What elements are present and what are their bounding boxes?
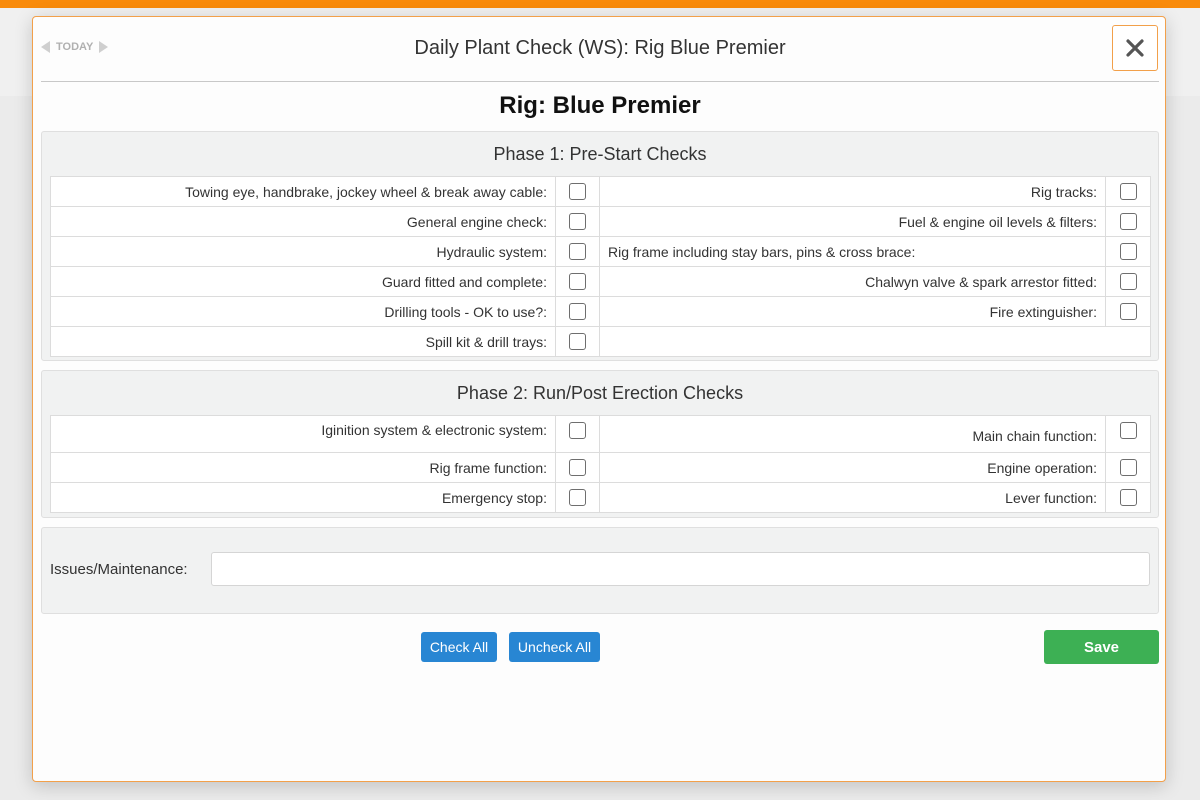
checkbox-spill-kit[interactable] <box>569 333 586 351</box>
table-row: Rig frame function: Engine operation: <box>50 452 1151 483</box>
check-label: Guard fitted and complete: <box>50 266 556 297</box>
check-label: Main chain function: <box>599 415 1106 453</box>
checkbox-towing-eye[interactable] <box>569 183 586 201</box>
checkbox-hydraulic[interactable] <box>569 243 586 261</box>
check-label: Lever function: <box>599 482 1106 513</box>
checkbox-rig-frame[interactable] <box>1119 243 1137 261</box>
empty-cell <box>599 326 1151 357</box>
phase1-panel: Phase 1: Pre-Start Checks Towing eye, ha… <box>41 131 1159 361</box>
table-row: Towing eye, handbrake, jockey wheel & br… <box>50 176 1151 207</box>
issues-label: Issues/Maintenance: <box>50 561 188 578</box>
check-label: Iginition system & electronic system: <box>50 415 556 453</box>
check-label: Towing eye, handbrake, jockey wheel & br… <box>50 176 556 207</box>
checkbox-rig-tracks[interactable] <box>1119 183 1137 201</box>
check-label: General engine check: <box>50 206 556 237</box>
table-row: General engine check: Fuel & engine oil … <box>50 206 1151 237</box>
checkbox-fuel-oil[interactable] <box>1119 213 1137 231</box>
checkbox-emergency-stop[interactable] <box>569 489 586 507</box>
check-label: Fire extinguisher: <box>599 296 1106 327</box>
check-label: Spill kit & drill trays: <box>50 326 556 357</box>
phase2-title: Phase 2: Run/Post Erection Checks <box>456 383 744 403</box>
rig-heading: Rig: Blue Premier <box>499 92 701 119</box>
close-button[interactable] <box>1112 25 1158 71</box>
checkbox-drilling-tools[interactable] <box>569 303 586 321</box>
save-button[interactable]: Save <box>1044 630 1159 664</box>
check-label: Rig tracks: <box>599 176 1106 207</box>
close-icon <box>1126 39 1144 57</box>
checkbox-ignition[interactable] <box>569 421 586 439</box>
checkbox-engine-operation[interactable] <box>1119 459 1137 477</box>
checkbox-fire-extinguisher[interactable] <box>1119 303 1137 321</box>
check-label: Rig frame including stay bars, pins & cr… <box>599 236 1106 267</box>
phase2-panel: Phase 2: Run/Post Erection Checks Iginit… <box>41 370 1159 518</box>
plant-check-modal: TODAY Daily Plant Check (WS): Rig Blue P… <box>32 16 1166 782</box>
table-row: Guard fitted and complete: Chalwyn valve… <box>50 266 1151 297</box>
checkbox-guard[interactable] <box>569 273 586 291</box>
phase1-table: Towing eye, handbrake, jockey wheel & br… <box>50 176 1151 357</box>
checkbox-lever-function[interactable] <box>1119 489 1137 507</box>
issues-input[interactable] <box>211 552 1150 586</box>
check-label: Chalwyn valve & spark arrestor fitted: <box>599 266 1106 297</box>
checkbox-rig-frame-function[interactable] <box>569 459 586 477</box>
check-label: Engine operation: <box>599 452 1106 483</box>
table-row: Emergency stop: Lever function: <box>50 482 1151 513</box>
checkbox-general-engine[interactable] <box>569 213 586 231</box>
table-row: Drilling tools - OK to use?: Fire exting… <box>50 296 1151 327</box>
check-label: Rig frame function: <box>50 452 556 483</box>
check-label: Drilling tools - OK to use?: <box>50 296 556 327</box>
table-row: Iginition system & electronic system: Ma… <box>50 415 1151 453</box>
modal-title: Daily Plant Check (WS): Rig Blue Premier <box>414 37 786 59</box>
phase1-title: Phase 1: Pre-Start Checks <box>493 144 707 164</box>
check-label: Fuel & engine oil levels & filters: <box>599 206 1106 237</box>
uncheck-all-button[interactable]: Uncheck All <box>509 632 600 662</box>
table-row: Spill kit & drill trays: <box>50 326 1151 357</box>
check-all-button[interactable]: Check All <box>421 632 497 662</box>
checkbox-main-chain[interactable] <box>1119 421 1137 439</box>
phase2-table: Iginition system & electronic system: Ma… <box>50 415 1151 513</box>
top-accent-bar <box>0 0 1200 8</box>
header-divider <box>41 81 1159 82</box>
table-row: Hydraulic system: Rig frame including st… <box>50 236 1151 267</box>
check-label: Emergency stop: <box>50 482 556 513</box>
issues-panel: Issues/Maintenance: <box>41 527 1159 614</box>
checkbox-chalwyn-valve[interactable] <box>1119 273 1137 291</box>
check-label: Hydraulic system: <box>50 236 556 267</box>
